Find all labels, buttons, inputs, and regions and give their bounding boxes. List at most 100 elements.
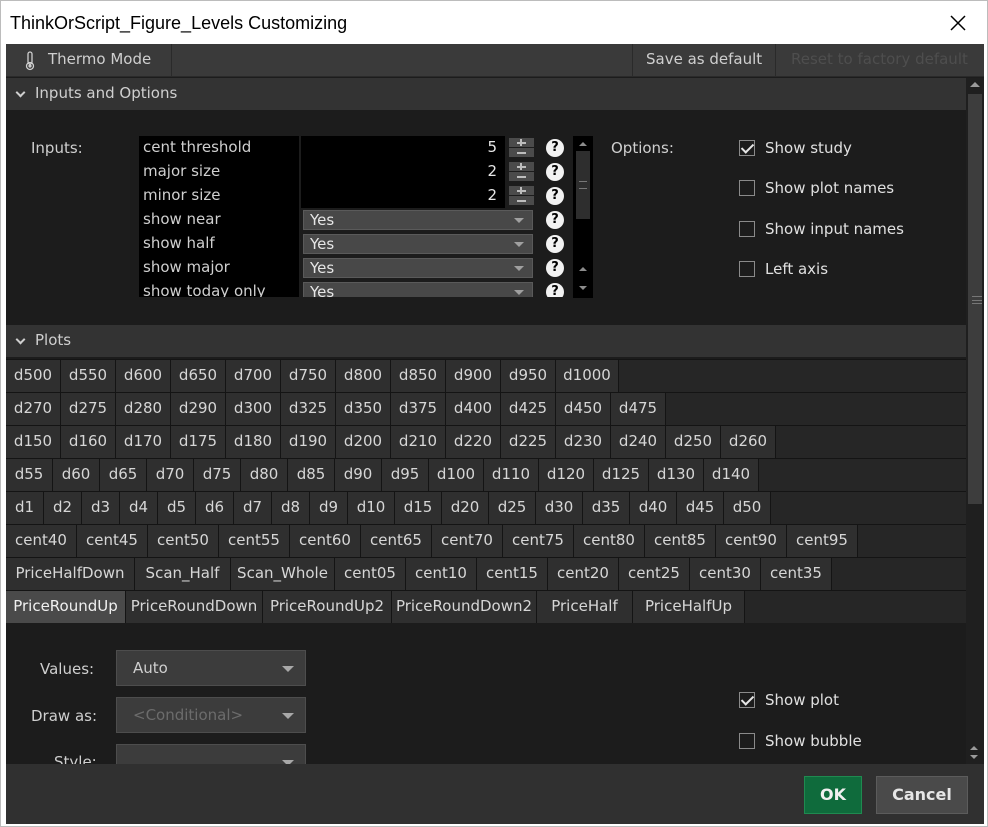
input-dropdown[interactable]: Yes <box>303 210 533 230</box>
show-plot-checkbox[interactable] <box>739 692 755 708</box>
plot-item[interactable]: d950 <box>501 360 556 392</box>
plot-item[interactable]: cent10 <box>406 558 477 590</box>
plot-item[interactable]: d6 <box>196 492 234 524</box>
input-value-field[interactable]: 5 <box>301 136 505 160</box>
plot-item[interactable]: d90 <box>335 459 382 491</box>
plot-item[interactable]: PriceRoundUp <box>6 591 126 623</box>
plot-item[interactable]: d70 <box>147 459 194 491</box>
plot-item[interactable]: cent95 <box>787 525 858 557</box>
plot-item[interactable]: d325 <box>281 393 336 425</box>
plot-item[interactable]: d15 <box>395 492 442 524</box>
plot-item[interactable]: d160 <box>61 426 116 458</box>
increment-icon[interactable] <box>509 162 534 171</box>
plot-item[interactable]: d750 <box>281 360 336 392</box>
plot-item[interactable]: PriceRoundUp2 <box>263 591 392 623</box>
scroll-up-icon[interactable] <box>579 267 587 271</box>
plot-item[interactable]: cent65 <box>361 525 432 557</box>
plot-item[interactable]: d10 <box>348 492 395 524</box>
plot-item[interactable]: d30 <box>536 492 583 524</box>
scroll-up-icon[interactable] <box>579 142 587 146</box>
value-stepper[interactable] <box>509 162 534 182</box>
draw-as-select[interactable]: <Conditional> <box>116 697 306 733</box>
plot-item[interactable]: d700 <box>226 360 281 392</box>
show-input-names-checkbox[interactable] <box>739 221 755 237</box>
plot-item[interactable]: cent85 <box>645 525 716 557</box>
input-dropdown[interactable]: Yes <box>303 282 533 297</box>
plot-item[interactable]: d7 <box>234 492 272 524</box>
style-select[interactable] <box>116 744 306 764</box>
plot-item[interactable]: d95 <box>382 459 429 491</box>
help-icon[interactable]: ? <box>546 187 564 205</box>
plot-item[interactable]: d230 <box>556 426 611 458</box>
plot-item[interactable]: PriceHalf <box>537 591 633 623</box>
plot-item[interactable]: d500 <box>6 360 61 392</box>
plot-item[interactable]: d375 <box>391 393 446 425</box>
plot-item[interactable]: cent35 <box>761 558 832 590</box>
value-stepper[interactable] <box>509 186 534 206</box>
plot-item[interactable]: d270 <box>6 393 61 425</box>
plot-item[interactable]: PriceHalfDown <box>6 558 135 590</box>
plot-item[interactable]: d550 <box>61 360 116 392</box>
plot-item[interactable]: d350 <box>336 393 391 425</box>
plot-item[interactable]: d600 <box>116 360 171 392</box>
scroll-up-icon[interactable] <box>970 746 978 750</box>
decrement-icon[interactable] <box>509 196 534 205</box>
plot-item[interactable]: d450 <box>556 393 611 425</box>
thermo-mode-button[interactable]: Thermo Mode <box>6 44 172 77</box>
plot-item[interactable]: cent75 <box>503 525 574 557</box>
increment-icon[interactable] <box>509 186 534 195</box>
plot-item[interactable]: cent60 <box>290 525 361 557</box>
plot-item[interactable]: d200 <box>336 426 391 458</box>
ok-button[interactable]: OK <box>804 776 862 814</box>
plot-item[interactable]: d400 <box>446 393 501 425</box>
plot-item[interactable]: d175 <box>171 426 226 458</box>
save-as-default-button[interactable]: Save as default <box>632 44 776 77</box>
plot-item[interactable]: Scan_Whole <box>231 558 335 590</box>
plot-item[interactable]: cent90 <box>716 525 787 557</box>
plot-item[interactable]: d1 <box>6 492 44 524</box>
plot-item[interactable]: d275 <box>61 393 116 425</box>
inputs-options-header[interactable]: Inputs and Options <box>6 78 966 110</box>
plot-item[interactable]: d85 <box>288 459 335 491</box>
decrement-icon[interactable] <box>509 172 534 181</box>
scroll-thumb[interactable] <box>576 151 590 219</box>
help-icon[interactable]: ? <box>546 163 564 181</box>
plot-item[interactable]: d40 <box>630 492 677 524</box>
plot-item[interactable]: d9 <box>310 492 348 524</box>
plot-item[interactable]: d1000 <box>556 360 619 392</box>
plot-item[interactable]: d25 <box>489 492 536 524</box>
plot-item[interactable]: d5 <box>158 492 196 524</box>
help-icon[interactable]: ? <box>546 283 564 297</box>
plot-item[interactable]: cent20 <box>548 558 619 590</box>
plot-item[interactable]: d150 <box>6 426 61 458</box>
close-button[interactable] <box>935 5 981 41</box>
scroll-up-icon[interactable] <box>970 82 980 87</box>
value-stepper[interactable] <box>509 138 534 158</box>
decrement-icon[interactable] <box>509 148 534 157</box>
cancel-button[interactable]: Cancel <box>876 776 968 814</box>
plot-item[interactable]: cent05 <box>335 558 406 590</box>
input-dropdown[interactable]: Yes <box>303 234 533 254</box>
plot-item[interactable]: d45 <box>677 492 724 524</box>
plot-item[interactable]: d100 <box>429 459 484 491</box>
plot-item[interactable]: d35 <box>583 492 630 524</box>
plot-item[interactable]: d180 <box>226 426 281 458</box>
plot-item[interactable]: d2 <box>44 492 82 524</box>
plot-item[interactable]: d170 <box>116 426 171 458</box>
help-icon[interactable]: ? <box>546 139 564 157</box>
plot-item[interactable]: d130 <box>649 459 704 491</box>
input-value-field[interactable]: 2 <box>301 184 505 208</box>
plot-item[interactable]: d900 <box>446 360 501 392</box>
plot-item[interactable]: d140 <box>704 459 759 491</box>
input-dropdown[interactable]: Yes <box>303 258 533 278</box>
plot-item[interactable]: d8 <box>272 492 310 524</box>
plot-item[interactable]: cent40 <box>6 525 77 557</box>
reset-to-factory-default-button[interactable]: Reset to factory default <box>778 44 984 77</box>
plot-item[interactable]: d425 <box>501 393 556 425</box>
plot-item[interactable]: d290 <box>171 393 226 425</box>
plot-item[interactable]: d80 <box>241 459 288 491</box>
show-bubble-checkbox[interactable] <box>739 733 755 749</box>
show-study-checkbox[interactable] <box>739 140 755 156</box>
plot-item[interactable]: d250 <box>666 426 721 458</box>
plot-item[interactable]: cent80 <box>574 525 645 557</box>
